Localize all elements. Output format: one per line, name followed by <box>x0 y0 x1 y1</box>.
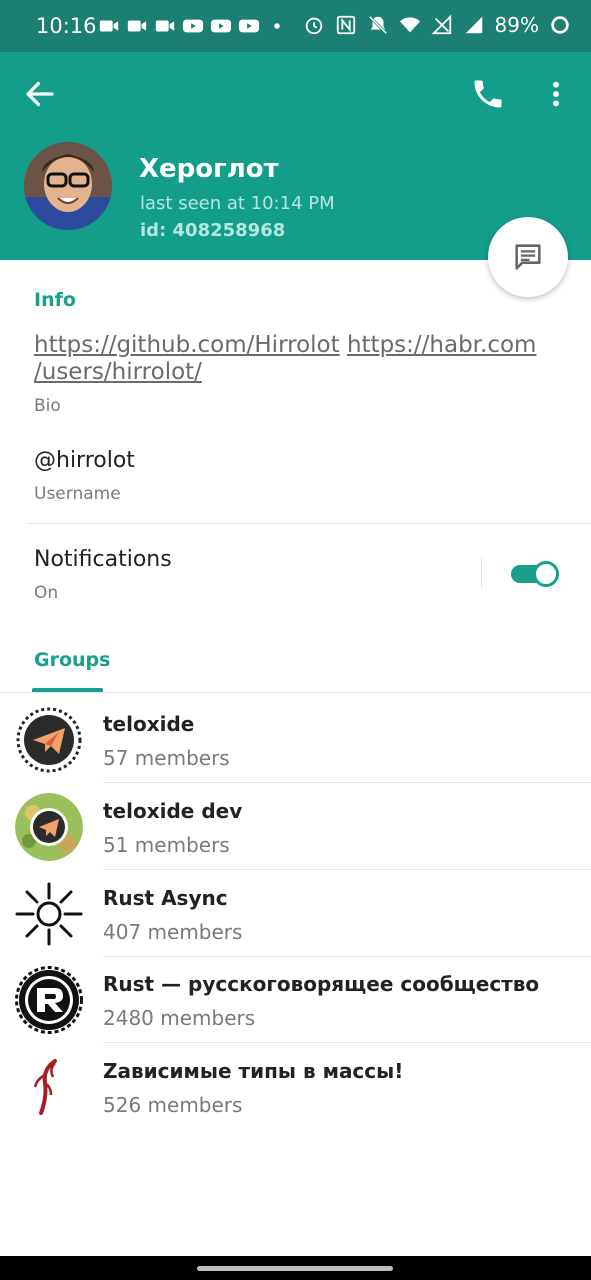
rust-logo-icon <box>15 966 83 1034</box>
user-id: id: 408258968 <box>140 220 286 241</box>
bio-label: Bio <box>34 396 61 416</box>
list-item[interactable]: Zависимые типы в массы! 526 members <box>0 1043 591 1130</box>
battery-icon <box>551 16 569 34</box>
bio-text: https://github.com/Hirrolot https://habr… <box>34 332 554 386</box>
teloxide-dev-logo-icon <box>15 793 83 861</box>
group-name: Zависимые типы в массы! <box>103 1059 404 1083</box>
signal-icon <box>465 16 482 34</box>
divider <box>28 523 591 524</box>
group-avatar <box>15 880 83 948</box>
group-name: Rust — русскоговорящее сообщество <box>103 972 540 996</box>
wifi-icon <box>399 17 420 33</box>
group-avatar <box>15 793 83 861</box>
home-gesture-handle[interactable] <box>197 1266 393 1271</box>
group-name: Rust Async <box>103 886 228 910</box>
username-label: Username <box>34 484 121 504</box>
profile-name: Хероглот <box>139 154 279 184</box>
bio-link-habr-part1: https://habr.com <box>346 332 537 358</box>
youtube-icon <box>210 19 232 33</box>
toggle-knob <box>533 561 559 587</box>
rust-async-logo-icon <box>15 880 83 948</box>
avatar[interactable] <box>24 142 112 230</box>
notifications-toggle[interactable] <box>511 561 561 587</box>
youtube-icon <box>238 19 260 33</box>
bio-link-habr-part2: /users/hirrolot/ <box>34 359 202 385</box>
back-arrow-icon[interactable] <box>22 76 58 112</box>
bio-link-github[interactable]: https://github.com/Hirrolot <box>34 332 340 358</box>
system-icons: 89% <box>303 13 571 37</box>
alarm-icon <box>305 17 322 35</box>
list-item[interactable]: Rust — русскоговорящее сообщество 2480 m… <box>0 956 591 1043</box>
group-members: 51 members <box>103 833 230 857</box>
video-icon <box>99 20 119 32</box>
group-members: 2480 members <box>103 1006 256 1030</box>
system-nav-bar <box>0 1256 591 1280</box>
status-bar: 10:16 89% <box>0 0 591 52</box>
dot-icon <box>274 23 280 29</box>
group-members: 57 members <box>103 746 230 770</box>
group-avatar <box>15 706 83 774</box>
status-time: 10:16 <box>36 14 97 38</box>
mute-icon <box>368 15 387 35</box>
group-name: teloxide dev <box>103 799 243 823</box>
last-seen-text: last seen at 10:14 PM <box>140 193 335 214</box>
signal-off-icon <box>431 14 451 35</box>
battery-percent: 89% <box>494 13 539 37</box>
avatar-image <box>24 142 112 230</box>
phone-icon[interactable] <box>470 76 506 112</box>
info-section-title: Info <box>34 289 76 311</box>
youtube-icon <box>182 19 204 33</box>
notifications-status: On <box>34 583 59 603</box>
dependent-types-logo-icon <box>15 1053 83 1121</box>
group-members: 407 members <box>103 920 243 944</box>
message-button[interactable] <box>488 217 568 297</box>
list-item[interactable]: teloxide dev 51 members <box>0 783 591 870</box>
username-value[interactable]: @hirrolot <box>34 448 135 473</box>
video-icon <box>127 20 147 32</box>
group-members: 526 members <box>103 1093 243 1117</box>
group-name: teloxide <box>103 712 195 736</box>
nfc-icon <box>336 15 355 35</box>
more-options-icon[interactable] <box>540 76 572 112</box>
list-item[interactable]: Rust Async 407 members <box>0 870 591 957</box>
notifications-label[interactable]: Notifications <box>34 547 172 572</box>
notification-icons <box>98 15 288 37</box>
video-icon <box>155 20 175 32</box>
list-item[interactable]: teloxide 57 members <box>0 696 591 783</box>
tabs-divider <box>0 692 591 693</box>
group-avatar <box>15 966 83 1034</box>
group-avatar <box>15 1053 83 1121</box>
message-icon <box>515 244 541 270</box>
teloxide-logo-icon <box>16 707 82 773</box>
vertical-divider <box>481 557 482 589</box>
tab-groups[interactable]: Groups <box>34 649 110 671</box>
